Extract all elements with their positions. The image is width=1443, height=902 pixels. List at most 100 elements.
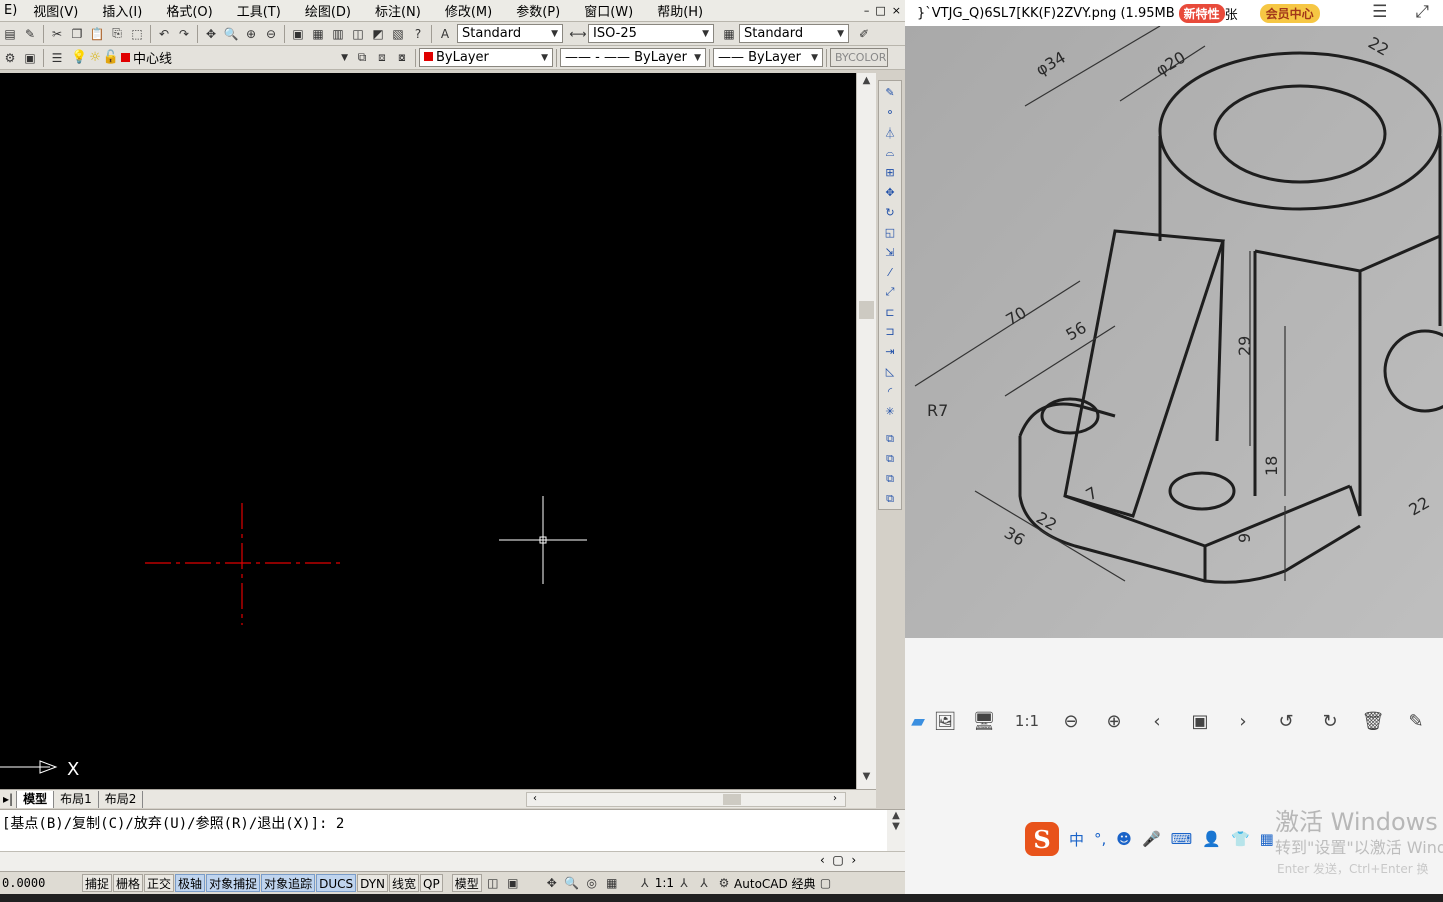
text-style-select[interactable]: Standard ▼ <box>457 24 563 43</box>
new-feature-badge[interactable]: 新特性 <box>1178 3 1225 23</box>
status-snap[interactable]: 捕捉 <box>82 874 113 892</box>
multileader-style-icon[interactable]: ✐ <box>855 25 873 43</box>
calculator-icon[interactable]: ▧ <box>389 25 407 43</box>
menu-tools[interactable]: 工具(T) <box>225 1 293 20</box>
layer-select[interactable]: 💡 ☼ 🔓 中心线 ▼ <box>67 48 352 67</box>
properties-icon[interactable]: ▤ <box>1 25 19 43</box>
break-icon[interactable]: ⊐ <box>881 323 899 341</box>
punctuation-icon[interactable]: °, <box>1094 830 1106 848</box>
layer-manager-icon[interactable]: ☰ <box>48 49 66 67</box>
annotation-scale[interactable]: 1:1 <box>655 876 674 890</box>
menu-draw[interactable]: 绘图(D) <box>293 1 363 20</box>
scroll-right-icon[interactable]: › <box>833 793 837 804</box>
rotate-icon[interactable]: ↻ <box>881 204 899 222</box>
next-icon[interactable]: › <box>1230 708 1256 734</box>
move-icon[interactable]: ✥ <box>881 184 899 202</box>
menu-dimension[interactable]: 标注(N) <box>363 1 433 20</box>
copy-object-icon[interactable]: ⚬ <box>881 104 899 122</box>
status-qp[interactable]: QP <box>420 874 443 892</box>
scale-icon[interactable]: ◱ <box>881 223 899 241</box>
explode-icon[interactable]: ✳ <box>881 403 899 421</box>
menu-icon[interactable]: ☰ <box>1372 2 1387 22</box>
delete-icon[interactable]: 🗑 <box>1360 708 1386 734</box>
sheet-set-icon[interactable]: ◫ <box>349 25 367 43</box>
break-at-point-icon[interactable]: ⊏ <box>881 303 899 321</box>
edit-icon[interactable]: ✎ <box>21 25 39 43</box>
cut-icon[interactable]: ✂ <box>48 25 66 43</box>
folder-icon[interactable]: ▰ <box>905 708 931 734</box>
status-lineweight[interactable]: 线宽 <box>389 874 420 892</box>
scroll-thumb[interactable] <box>859 301 874 319</box>
scroll-up-icon[interactable]: ▲ <box>857 75 876 91</box>
steering-wheel-icon[interactable]: ◎ <box>583 874 601 892</box>
plotstyle-select[interactable]: BYCOLOR <box>830 48 888 67</box>
paste-icon[interactable]: 📋 <box>88 25 106 43</box>
command-window[interactable]: [基点(B)/复制(C)/放弃(U)/参照(R)/退出(X)]: 2 ▲ ▼ <box>0 809 905 852</box>
workspace-name[interactable]: AutoCAD 经典 <box>734 875 816 892</box>
help-icon[interactable]: ? <box>409 25 427 43</box>
ime-mode[interactable]: 中 <box>1069 829 1084 850</box>
monitor-icon[interactable]: 🖥 <box>971 708 997 734</box>
annotation-scale-icon[interactable]: ⅄ <box>636 874 654 892</box>
layout-icon[interactable]: ◫ <box>484 874 502 892</box>
image-icon[interactable]: 🖼 <box>932 708 958 734</box>
linetype-select[interactable]: —— - —— ByLayer ▼ <box>560 48 706 67</box>
workspace-settings-icon[interactable]: ⚙ <box>1 49 19 67</box>
sogou-logo-icon[interactable]: S <box>1025 822 1059 856</box>
offset-icon[interactable]: ⌓ <box>881 144 899 162</box>
showmotion-icon[interactable]: ▦ <box>603 874 621 892</box>
scroll-down-icon[interactable]: ▼ <box>857 771 876 787</box>
menu-modify[interactable]: 修改(M) <box>433 1 504 20</box>
pan-icon[interactable]: ✥ <box>202 25 220 43</box>
status-ortho[interactable]: 正交 <box>144 874 175 892</box>
status-osnap[interactable]: 对象捕捉 <box>206 874 261 892</box>
table-style-icon[interactable]: ▦ <box>720 25 738 43</box>
redo-icon[interactable]: ↷ <box>175 25 193 43</box>
command-scroll-nav[interactable]: ‹ ▢ › <box>820 853 856 867</box>
mirror-icon[interactable]: ⏃ <box>881 124 899 142</box>
layout-icon-2[interactable]: ▣ <box>504 874 522 892</box>
draw-order-under-icon[interactable]: ⧉ <box>881 490 899 508</box>
erase-icon[interactable]: ✎ <box>881 84 899 102</box>
fillet-icon[interactable]: ◜ <box>881 383 899 401</box>
canvas-horizontal-scrollbar[interactable]: ‹ › <box>526 791 846 807</box>
draw-order-back-icon[interactable]: ⧉ <box>881 450 899 468</box>
dim-style-icon[interactable]: ⟷ <box>569 25 587 43</box>
user-icon[interactable]: 👤 <box>1202 830 1221 848</box>
tab-nav-icon[interactable]: ▸| <box>0 790 18 808</box>
rotate-left-icon[interactable]: ↺ <box>1273 708 1299 734</box>
skin-icon[interactable]: 👕 <box>1231 830 1250 848</box>
stretch-icon[interactable]: ⇲ <box>881 243 899 261</box>
tool-palettes-icon[interactable]: ▥ <box>329 25 347 43</box>
minimize-icon[interactable]: – <box>864 4 870 17</box>
status-otrack[interactable]: 对象追踪 <box>261 874 316 892</box>
slideshow-icon[interactable]: ▣ <box>1187 708 1213 734</box>
status-dyn[interactable]: DYN <box>357 874 389 892</box>
menu-parametric[interactable]: 参数(P) <box>504 1 572 20</box>
lineweight-select[interactable]: —— ByLayer ▼ <box>713 48 823 67</box>
undo-icon[interactable]: ↶ <box>155 25 173 43</box>
zoom-previous-icon[interactable]: ⊖ <box>262 25 280 43</box>
text-style-icon[interactable]: A <box>436 25 454 43</box>
annotation-visibility-icon[interactable]: ⅄ <box>675 874 693 892</box>
status-grid[interactable]: 栅格 <box>113 874 144 892</box>
tab-layout1[interactable]: 布局1 <box>54 790 99 808</box>
workspace-gear-icon[interactable]: ⚙ <box>715 874 733 892</box>
menu-format[interactable]: 格式(O) <box>154 1 224 20</box>
status-polar[interactable]: 极轴 <box>175 874 206 892</box>
extend-icon[interactable]: ⤢ <box>881 283 899 301</box>
draw-order-front-icon[interactable]: ⧉ <box>881 430 899 448</box>
draw-order-above-icon[interactable]: ⧉ <box>881 470 899 488</box>
dim-style-select[interactable]: ISO-25 ▼ <box>588 24 714 43</box>
join-icon[interactable]: ⇥ <box>881 343 899 361</box>
status-model[interactable]: 模型 <box>451 874 482 892</box>
menu-insert[interactable]: 插入(I) <box>90 1 154 20</box>
chamfer-icon[interactable]: ◺ <box>881 363 899 381</box>
auto-scale-icon[interactable]: ⅄ <box>695 874 713 892</box>
drawing-canvas[interactable]: X <box>0 73 856 789</box>
pan-icon[interactable]: ✥ <box>543 874 561 892</box>
prev-icon[interactable]: ‹ <box>1144 708 1170 734</box>
tab-layout2[interactable]: 布局2 <box>99 790 144 808</box>
menu-window[interactable]: 窗口(W) <box>572 1 645 20</box>
scroll-thumb[interactable] <box>723 793 741 805</box>
